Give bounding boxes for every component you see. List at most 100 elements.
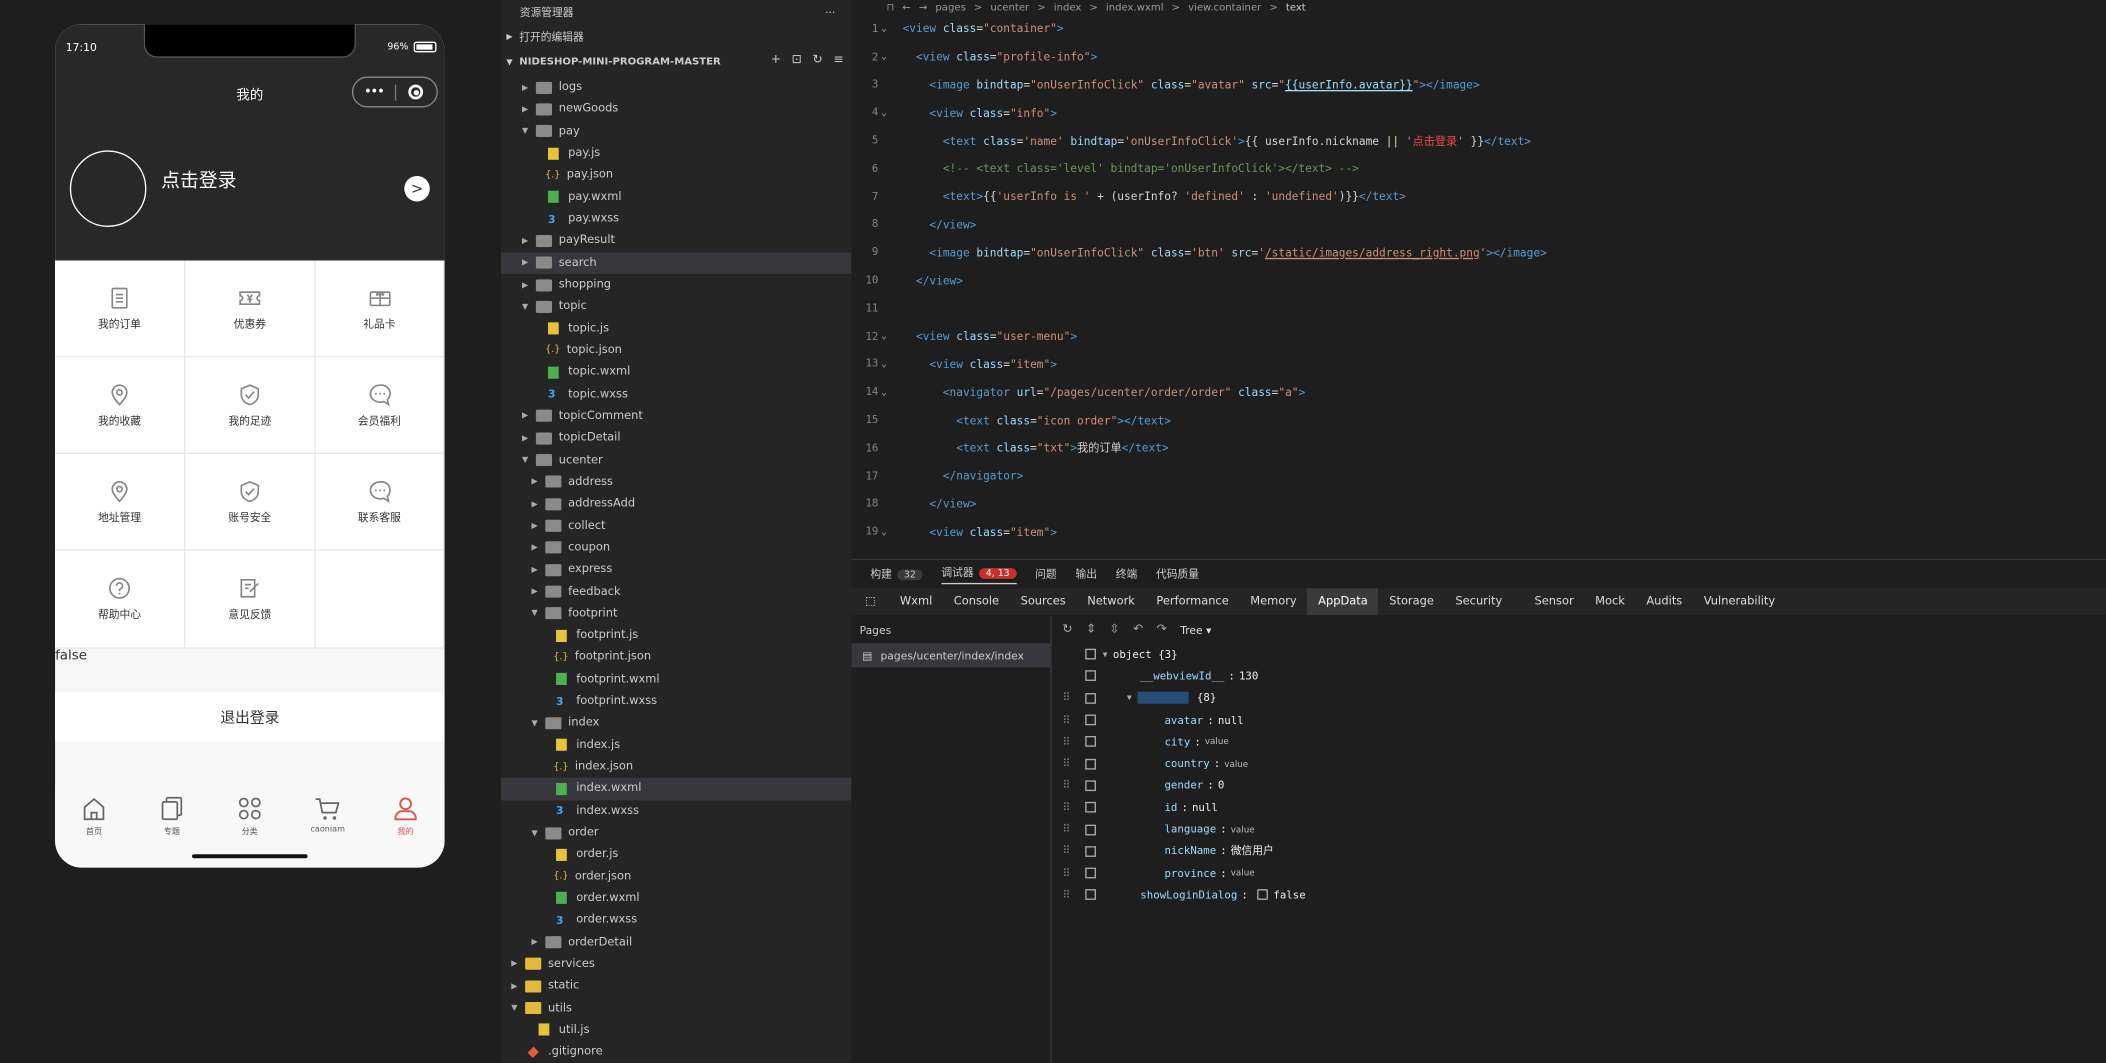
file-tree-item[interactable]: footprint.wxml bbox=[501, 668, 852, 690]
panel-tab[interactable]: 调试器 4, 13 bbox=[941, 565, 1017, 584]
appdata-row[interactable]: ⠿ ▼ userInfo {8} bbox=[1052, 687, 2106, 709]
file-tree-item[interactable]: 3 pay.wxss bbox=[501, 208, 852, 230]
file-tree-item[interactable]: index.wxml bbox=[500, 777, 852, 800]
drag-handle-icon[interactable]: ⠿ bbox=[1062, 758, 1070, 770]
row-checkbox[interactable] bbox=[1085, 889, 1096, 901]
row-checkbox[interactable] bbox=[1085, 670, 1096, 682]
row-checkbox[interactable] bbox=[1085, 824, 1096, 835]
value-checkbox[interactable] bbox=[1257, 889, 1268, 901]
fold-chevron-icon[interactable]: ⌄ bbox=[881, 51, 887, 62]
close-capsule-button[interactable] bbox=[396, 84, 437, 100]
breadcrumb-item[interactable]: index.wxml bbox=[1106, 1, 1164, 13]
appdata-row[interactable]: ⠿ language: value bbox=[1052, 818, 2106, 840]
row-checkbox[interactable] bbox=[1085, 780, 1096, 791]
devtools-tab[interactable]: Console bbox=[943, 588, 1010, 615]
file-tree-item[interactable]: pay.wxml bbox=[501, 186, 852, 208]
logout-button[interactable]: 退出登录 bbox=[55, 691, 445, 742]
tab-home[interactable]: 首页 bbox=[55, 784, 133, 867]
inspect-icon[interactable]: ⬚ bbox=[852, 588, 890, 615]
appdata-row[interactable]: ⠿ country: value bbox=[1052, 753, 2106, 775]
appdata-row[interactable]: ⠿ province: value bbox=[1052, 862, 2106, 884]
view-mode-select[interactable]: Tree ▾ bbox=[1180, 624, 1211, 636]
row-checkbox[interactable] bbox=[1085, 802, 1096, 813]
file-tree-item[interactable]: {.} index.json bbox=[501, 756, 852, 778]
menu-item[interactable]: 我的订单 bbox=[55, 260, 186, 358]
file-tree-item[interactable]: ▶ addressAdd bbox=[501, 493, 852, 515]
file-tree-item[interactable]: ▶ payResult bbox=[501, 230, 852, 252]
file-tree-item[interactable]: ▼ pay bbox=[501, 120, 852, 142]
more-menu-button[interactable]: ••• bbox=[353, 85, 394, 100]
drag-handle-icon[interactable]: ⠿ bbox=[1062, 780, 1070, 792]
bookmark-icon[interactable]: ⊓ bbox=[886, 1, 894, 13]
file-tree-item[interactable]: ▼ ucenter bbox=[501, 449, 852, 471]
file-tree-item[interactable]: ▶ feedback bbox=[501, 581, 852, 603]
appdata-row[interactable]: ⠿ nickName: 微信用户 bbox=[1052, 840, 2106, 862]
file-tree-item[interactable]: topic.js bbox=[501, 318, 852, 340]
project-section[interactable]: ▼ NIDESHOP-MINI-PROGRAM-MASTER + ⊡ ↻ ≡ bbox=[501, 48, 852, 72]
refresh-icon[interactable]: ↻ bbox=[812, 54, 822, 67]
refresh-icon[interactable]: ↻ bbox=[1062, 623, 1072, 636]
menu-item[interactable]: 会员福利 bbox=[315, 357, 445, 454]
file-tree-item[interactable]: ▶ topicDetail bbox=[501, 427, 852, 449]
devtools-tab[interactable]: Storage bbox=[1378, 588, 1444, 615]
devtools-tab[interactable]: Sensor bbox=[1524, 588, 1585, 615]
file-tree-item[interactable]: 3 index.wxss bbox=[501, 800, 852, 822]
devtools-tab[interactable]: Security bbox=[1445, 588, 1513, 615]
collapse-all-icon[interactable]: ⇳ bbox=[1110, 623, 1120, 636]
row-checkbox[interactable] bbox=[1085, 736, 1096, 748]
devtools-tab[interactable]: Sources bbox=[1010, 588, 1077, 615]
open-editors-section[interactable]: ▶ 打开的编辑器 bbox=[501, 24, 852, 48]
appdata-row[interactable]: ⠿ gender:0 bbox=[1052, 775, 2106, 797]
file-tree-item[interactable]: ▶ address bbox=[501, 471, 852, 493]
file-tree-item[interactable]: ▶ topicComment bbox=[501, 405, 852, 427]
row-checkbox[interactable] bbox=[1085, 758, 1096, 770]
file-tree-item[interactable]: pay.js bbox=[501, 142, 852, 164]
menu-item[interactable]: 地址管理 bbox=[55, 453, 186, 551]
fold-chevron-icon[interactable]: ⌄ bbox=[881, 386, 887, 397]
file-tree-item[interactable]: .gitignore bbox=[501, 1041, 852, 1062]
redo-icon[interactable]: ↷ bbox=[1157, 623, 1167, 636]
devtools-tab[interactable]: Memory bbox=[1239, 588, 1307, 615]
menu-item[interactable]: 帮助中心 bbox=[55, 550, 186, 649]
file-tree-item[interactable]: 3 order.wxss bbox=[501, 909, 852, 931]
file-tree-item[interactable]: ▼ footprint bbox=[501, 603, 852, 625]
devtools-tab[interactable]: Audits bbox=[1636, 588, 1693, 615]
drag-handle-icon[interactable]: ⠿ bbox=[1062, 801, 1070, 813]
file-tree-item[interactable]: 3 topic.wxss bbox=[501, 383, 852, 405]
pages-item[interactable]: ▤ pages/ucenter/index/index bbox=[851, 643, 1051, 668]
menu-item[interactable]: 我的收藏 bbox=[55, 357, 186, 454]
file-tree-item[interactable]: ▼ index bbox=[501, 712, 852, 734]
more-icon[interactable]: ··· bbox=[825, 6, 835, 18]
appdata-row[interactable]: ⠿ showLoginDialog: false bbox=[1052, 884, 2106, 906]
drag-handle-icon[interactable]: ⠿ bbox=[1062, 867, 1070, 879]
file-tree-item[interactable]: order.js bbox=[501, 844, 852, 866]
devtools-tab[interactable]: Network bbox=[1076, 588, 1145, 615]
collapse-all-icon[interactable]: ≡ bbox=[833, 54, 843, 67]
file-tree-item[interactable]: ▶ static bbox=[501, 975, 852, 997]
file-tree-item[interactable]: {.} pay.json bbox=[501, 164, 852, 186]
file-tree-item[interactable]: order.wxml bbox=[501, 888, 852, 910]
new-file-icon[interactable]: + bbox=[771, 54, 781, 67]
fold-chevron-icon[interactable]: ⌄ bbox=[881, 359, 887, 370]
code-area[interactable]: 1 ⌄ <view class="container"> 2 ⌄ <view class… bbox=[852, 15, 2106, 546]
breadcrumb-item[interactable]: ucenter bbox=[990, 1, 1029, 13]
file-tree-item[interactable]: ▶ orderDetail bbox=[501, 931, 852, 953]
panel-tab[interactable]: 终端 bbox=[1116, 567, 1137, 582]
breadcrumb-item[interactable]: index bbox=[1054, 1, 1082, 13]
drag-handle-icon[interactable]: ⠿ bbox=[1062, 692, 1070, 704]
breadcrumb-item[interactable]: pages bbox=[935, 1, 965, 13]
file-tree-item[interactable]: ▶ search bbox=[500, 251, 852, 274]
appdata-row[interactable]: ▼ object {3} bbox=[1052, 643, 2106, 665]
devtools-tab[interactable]: Mock bbox=[1584, 588, 1635, 615]
row-checkbox[interactable] bbox=[1085, 845, 1096, 857]
appdata-row[interactable]: ⠿ avatar: null bbox=[1052, 709, 2106, 731]
file-tree-item[interactable]: ▶ logs bbox=[501, 77, 852, 99]
undo-icon[interactable]: ↶ bbox=[1133, 623, 1143, 636]
devtools-tab[interactable]: Vulnerability bbox=[1693, 588, 1786, 615]
forward-arrow-icon[interactable]: → bbox=[919, 1, 927, 13]
file-tree-item[interactable]: ▶ services bbox=[501, 953, 852, 975]
file-tree-item[interactable]: util.js bbox=[501, 1019, 852, 1041]
row-checkbox[interactable] bbox=[1085, 867, 1096, 879]
file-tree-item[interactable]: ▶ collect bbox=[501, 515, 852, 537]
drag-handle-icon[interactable]: ⠿ bbox=[1062, 736, 1070, 748]
